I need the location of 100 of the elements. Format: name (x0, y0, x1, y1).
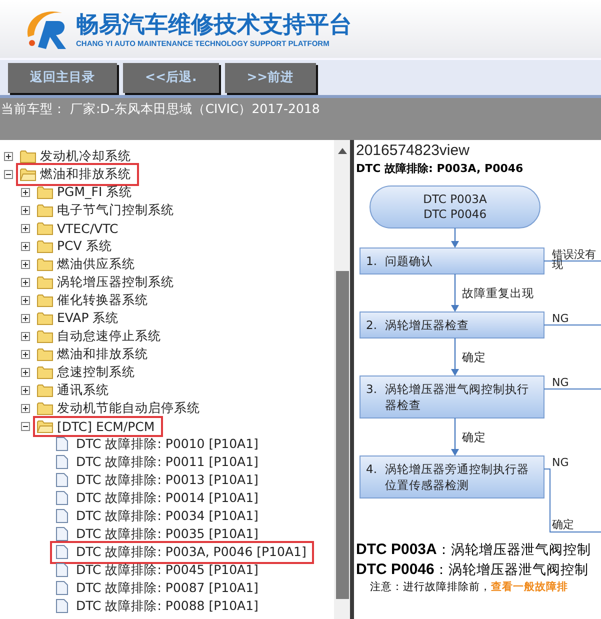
tree-item[interactable]: DTC 故障排除: P003A, P0046 [P10A1] (76, 544, 306, 560)
connector-line (544, 468, 601, 532)
flow-arrow (451, 418, 459, 456)
folder-icon (37, 204, 53, 216)
expander-icon[interactable] (21, 242, 30, 250)
connector-line (544, 260, 601, 262)
tree-item[interactable]: DTC 故障排除: P0013 [P10A1] (76, 472, 258, 488)
expander-icon[interactable] (21, 368, 30, 376)
dtc-description: DTC P003A：涡轮增压器泄气阀控制 (356, 540, 592, 560)
folder-icon (37, 366, 53, 378)
flow-arrow (451, 274, 459, 312)
tree-item[interactable]: 燃油和排放系统 (40, 166, 131, 182)
branch-label: NG (552, 312, 569, 325)
expander-icon[interactable] (4, 170, 13, 178)
expander-icon[interactable] (21, 296, 30, 304)
folder-icon (37, 186, 53, 198)
tree-item[interactable]: VTEC/VTC (57, 220, 118, 236)
document-icon (56, 527, 68, 541)
nav-button[interactable]: >>前进 (224, 62, 316, 92)
expander-icon[interactable] (21, 224, 30, 232)
dtc-description: DTC P0046：涡轮增压器泄气阀控制 (356, 560, 590, 580)
tree-item[interactable]: 催化转换器系统 (57, 292, 148, 308)
nav-button[interactable]: 返回主目录 (8, 62, 117, 92)
tree-item[interactable]: PCV 系统 (57, 238, 112, 254)
expander-icon[interactable] (21, 386, 30, 394)
document-icon (56, 599, 68, 613)
tree-item[interactable]: DTC 故障排除: P0087 [P10A1] (76, 580, 258, 596)
step-label: 涡轮增压器旁通控制执行器 (385, 462, 529, 476)
flow-label: 确定 (462, 430, 486, 444)
flow-label: 确定 (462, 350, 486, 364)
note-text: 注意：进行故障排除前， (370, 581, 491, 593)
step-label: 问题确认 (385, 254, 433, 268)
tree-item[interactable]: 电子节气门控制系统 (57, 202, 174, 218)
flow-arrow (451, 338, 459, 376)
branch-label: 错误没有 (552, 248, 596, 261)
tree-item[interactable]: PGM_FI 系统 (57, 184, 132, 200)
step-number: 4. (366, 462, 377, 476)
expander-icon[interactable] (21, 350, 30, 358)
expander-icon[interactable] (21, 314, 30, 322)
folder-icon (37, 348, 53, 360)
branch-label: NG (552, 376, 569, 389)
tree-item[interactable]: 自动怠速停止系统 (57, 328, 161, 344)
connector-line (544, 388, 601, 390)
tree-item[interactable]: DTC 故障排除: P0088 [P10A1] (76, 598, 258, 614)
open-folder-icon (20, 168, 36, 180)
document-icon (56, 437, 68, 451)
expander-icon[interactable] (21, 260, 30, 268)
folder-icon (37, 402, 53, 414)
document-icon (56, 509, 68, 523)
tree-item[interactable]: 涡轮增压器控制系统 (57, 274, 174, 290)
scrollbar-thumb[interactable] (336, 271, 348, 599)
tree-item[interactable]: 怠速控制系统 (57, 364, 135, 380)
tree-item[interactable]: DTC 故障排除: P0010 [P10A1] (76, 436, 258, 452)
flow-label: 确定 (552, 518, 574, 531)
document-icon (56, 455, 68, 469)
tree-item[interactable]: 发动机冷却系统 (40, 148, 131, 164)
nav-button[interactable]: <<后退. (123, 62, 219, 92)
tree-item[interactable]: DTC 故障排除: P0035 [P10A1] (76, 526, 258, 542)
folder-icon (37, 384, 53, 396)
folder-icon (37, 240, 53, 252)
flow-label: 故障重复出现 (462, 286, 534, 300)
document-icon (56, 545, 68, 559)
start-node-label: DTC P003A (423, 192, 487, 206)
folder-icon (37, 330, 53, 342)
step-number: 2. (366, 318, 377, 332)
tree-item[interactable]: 通讯系统 (57, 382, 109, 398)
step-label: 涡轮增压器泄气阀控制执行 (385, 382, 529, 396)
folder-icon (37, 312, 53, 324)
platform-title: 畅易汽车维修技术支持平台 (76, 10, 352, 38)
folder-icon (37, 258, 53, 270)
document-icon (56, 491, 68, 505)
expander-icon[interactable] (21, 422, 30, 430)
tree-item[interactable]: 燃油和排放系统 (57, 346, 148, 362)
step-label: 位置传感器检测 (385, 478, 469, 492)
current-model: 当前车型： 厂家:D-东风本田思域（CIVIC）2017-2018 (1, 101, 320, 116)
folder-icon (20, 150, 36, 162)
tree-item[interactable]: DTC 故障排除: P0034 [P10A1] (76, 508, 258, 524)
expander-icon[interactable] (21, 404, 30, 412)
step-label: 涡轮增压器检查 (385, 318, 469, 332)
document-icon (56, 581, 68, 595)
scroll-up-icon[interactable] (338, 148, 346, 154)
tree-item[interactable]: DTC 故障排除: P0014 [P10A1] (76, 490, 258, 506)
scrollbar[interactable] (334, 140, 350, 619)
tree-item[interactable]: DTC 故障排除: P0011 [P10A1] (76, 454, 258, 470)
expander-icon[interactable] (21, 332, 30, 340)
tree-item[interactable]: [DTC] ECM/PCM (57, 418, 155, 434)
expander-icon[interactable] (21, 188, 30, 196)
tree-item[interactable]: 发动机节能自动启停系统 (57, 400, 200, 416)
start-node-label: DTC P0046 (423, 207, 487, 221)
expander-icon[interactable] (21, 206, 30, 214)
document-icon (56, 473, 68, 487)
expander-icon[interactable] (21, 278, 30, 286)
document-id: 2016574823view (356, 142, 470, 159)
branch-label: NG (552, 456, 569, 469)
tree-item[interactable]: EVAP 系统 (57, 310, 119, 326)
tree-item[interactable]: 燃油供应系统 (57, 256, 135, 272)
expander-icon[interactable] (4, 152, 13, 160)
flow-arrow (451, 228, 459, 248)
tree-item[interactable]: DTC 故障排除: P0045 [P10A1] (76, 562, 258, 578)
folder-icon (37, 276, 53, 288)
